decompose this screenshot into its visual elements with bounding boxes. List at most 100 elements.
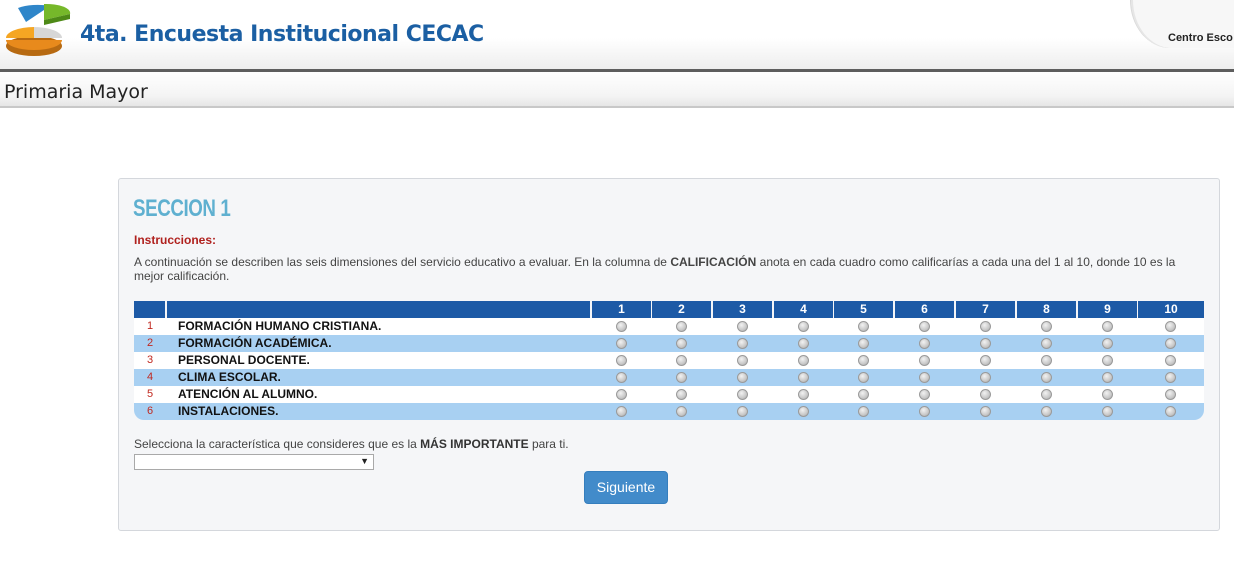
centro-escolar-label: Centro Esco [1168, 32, 1233, 44]
rating-radio-4[interactable] [798, 406, 809, 417]
dimension-label: FORMACIÓN ACADÉMICA. [178, 336, 332, 350]
rating-radio-10[interactable] [1165, 321, 1176, 332]
rating-radio-2[interactable] [676, 338, 687, 349]
rating-radio-7[interactable] [980, 389, 991, 400]
score-header-5: 5 [834, 301, 893, 318]
rating-radio-10[interactable] [1165, 338, 1176, 349]
rating-radio-3[interactable] [737, 355, 748, 366]
question-post: para ti. [528, 437, 569, 451]
rating-radio-1[interactable] [616, 355, 627, 366]
rating-radio-1[interactable] [616, 321, 627, 332]
table-row: 5 ATENCIÓN AL ALUMNO. [134, 386, 1204, 403]
row-number: 2 [146, 337, 154, 349]
rating-radio-2[interactable] [676, 372, 687, 383]
question-pre: Selecciona la característica que conside… [134, 437, 421, 451]
rating-radio-10[interactable] [1165, 389, 1176, 400]
rating-radio-6[interactable] [919, 355, 930, 366]
rating-radio-5[interactable] [858, 355, 869, 366]
rating-radio-5[interactable] [858, 321, 869, 332]
dimension-label: FORMACIÓN HUMANO CRISTIANA. [178, 319, 382, 333]
importance-question: Selecciona la característica que conside… [134, 437, 569, 451]
rating-radio-5[interactable] [858, 372, 869, 383]
score-header-1: 1 [592, 301, 651, 318]
rating-radio-1[interactable] [616, 389, 627, 400]
instructions-text-bold: CALIFICACIÓN [670, 255, 757, 269]
rating-radio-6[interactable] [919, 406, 930, 417]
rating-radio-8[interactable] [1041, 338, 1052, 349]
table-row: 3 PERSONAL DOCENTE. [134, 352, 1204, 369]
rating-radio-5[interactable] [858, 338, 869, 349]
rating-radio-3[interactable] [737, 321, 748, 332]
rating-radio-4[interactable] [798, 389, 809, 400]
row-number: 1 [146, 320, 154, 332]
rating-radio-9[interactable] [1102, 389, 1113, 400]
rating-radio-2[interactable] [676, 406, 687, 417]
rating-radio-8[interactable] [1041, 372, 1052, 383]
score-header-7: 7 [956, 301, 1015, 318]
dimension-label: CLIMA ESCOLAR. [178, 370, 281, 384]
rating-radio-3[interactable] [737, 406, 748, 417]
row-number: 6 [146, 405, 154, 417]
rating-radio-7[interactable] [980, 338, 991, 349]
rating-radio-6[interactable] [919, 389, 930, 400]
row-number: 4 [146, 371, 154, 383]
score-header-10: 10 [1138, 301, 1204, 318]
row-number: 5 [146, 388, 154, 400]
rating-radio-9[interactable] [1102, 338, 1113, 349]
rating-radio-2[interactable] [676, 321, 687, 332]
next-button[interactable]: Siguiente [584, 471, 668, 504]
section-title: SECCION 1 [133, 195, 231, 222]
instructions-text-pre: A continuación se describen las seis dim… [134, 255, 671, 269]
rating-radio-7[interactable] [980, 321, 991, 332]
rating-radio-1[interactable] [616, 406, 627, 417]
rating-radio-5[interactable] [858, 389, 869, 400]
rating-radio-4[interactable] [798, 355, 809, 366]
score-header-6: 6 [895, 301, 954, 318]
rating-radio-5[interactable] [858, 406, 869, 417]
app-header: 4ta. Encuesta Institucional CECAC Centro… [0, 0, 1234, 72]
rating-radio-10[interactable] [1165, 406, 1176, 417]
question-bold: MÁS IMPORTANTE [420, 437, 529, 451]
rating-radio-1[interactable] [616, 338, 627, 349]
rating-radio-6[interactable] [919, 321, 930, 332]
rating-radio-9[interactable] [1102, 372, 1113, 383]
rating-table: 1 2 3 4 5 6 7 8 9 10 1 FORMACIÓN HUMANO CRISTIANA. 2… [134, 301, 1204, 420]
rating-radio-3[interactable] [737, 389, 748, 400]
rating-radio-8[interactable] [1041, 406, 1052, 417]
instructions-label: Instrucciones: [134, 233, 217, 247]
rating-radio-4[interactable] [798, 372, 809, 383]
dropdown-arrow-icon: ▼ [360, 456, 369, 466]
table-header-row: 1 2 3 4 5 6 7 8 9 10 [134, 301, 1204, 318]
dimension-label: INSTALACIONES. [178, 404, 279, 418]
rating-radio-9[interactable] [1102, 321, 1113, 332]
rating-radio-1[interactable] [616, 372, 627, 383]
rating-radio-6[interactable] [919, 372, 930, 383]
pie-chart-logo-icon [6, 3, 71, 56]
rating-radio-8[interactable] [1041, 355, 1052, 366]
rating-radio-9[interactable] [1102, 406, 1113, 417]
rating-radio-7[interactable] [980, 355, 991, 366]
rating-radio-9[interactable] [1102, 355, 1113, 366]
rating-radio-3[interactable] [737, 338, 748, 349]
rating-radio-8[interactable] [1041, 389, 1052, 400]
table-row: 6 INSTALACIONES. [134, 403, 1204, 420]
importance-select[interactable]: ▼ [134, 454, 374, 470]
rating-radio-8[interactable] [1041, 321, 1052, 332]
rating-radio-2[interactable] [676, 389, 687, 400]
rating-radio-4[interactable] [798, 321, 809, 332]
rating-radio-7[interactable] [980, 406, 991, 417]
rating-radio-2[interactable] [676, 355, 687, 366]
subheader-bar: Primaria Mayor [0, 72, 1234, 108]
rating-radio-4[interactable] [798, 338, 809, 349]
rating-radio-6[interactable] [919, 338, 930, 349]
survey-panel: SECCION 1 Instrucciones: A continuación … [118, 178, 1220, 531]
table-row: 1 FORMACIÓN HUMANO CRISTIANA. [134, 318, 1204, 335]
rating-radio-3[interactable] [737, 372, 748, 383]
rating-radio-7[interactable] [980, 372, 991, 383]
score-header-8: 8 [1017, 301, 1076, 318]
dimension-label: ATENCIÓN AL ALUMNO. [178, 387, 318, 401]
rating-radio-10[interactable] [1165, 372, 1176, 383]
header-cell-dimension [167, 301, 590, 318]
rating-radio-10[interactable] [1165, 355, 1176, 366]
header-cell-number [134, 301, 165, 318]
